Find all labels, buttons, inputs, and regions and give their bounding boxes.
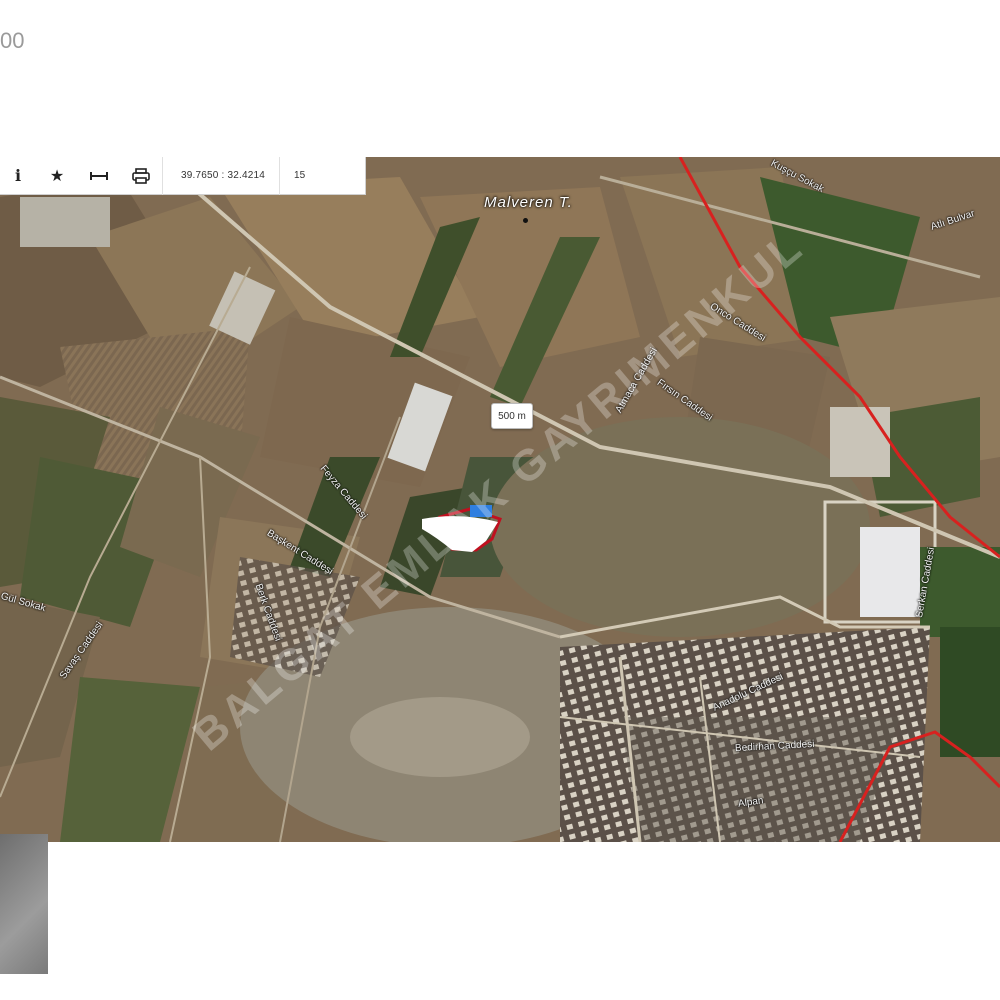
map-toolbar: i ★ 39.7650 : 32.4214 15 bbox=[0, 156, 366, 195]
scale-label: 500 m bbox=[491, 403, 533, 429]
info-icon: i bbox=[14, 166, 22, 185]
measure-icon bbox=[90, 171, 108, 180]
page: 00 Malveren T. Atlı Bulvar Kuşçu Sokak O… bbox=[0, 0, 1000, 1000]
measure-button[interactable] bbox=[78, 157, 120, 195]
star-icon: ★ bbox=[49, 167, 65, 185]
poi-marker-icon[interactable] bbox=[523, 218, 528, 223]
poi-label[interactable]: Malveren T. bbox=[484, 194, 573, 211]
satellite-map[interactable]: Malveren T. Atlı Bulvar Kuşçu Sokak Onco… bbox=[0, 157, 1000, 842]
photo-thumbnail[interactable] bbox=[0, 834, 48, 974]
print-button[interactable] bbox=[120, 157, 162, 195]
coordinates-readout: 39.7650 : 32.4214 bbox=[181, 170, 266, 181]
info-button[interactable]: i bbox=[0, 157, 36, 195]
printer-icon bbox=[132, 167, 150, 184]
listing-price-fragment: 00 bbox=[0, 28, 25, 53]
favorite-button[interactable]: ★ bbox=[36, 157, 78, 195]
zoom-level[interactable]: 15 bbox=[280, 170, 319, 181]
